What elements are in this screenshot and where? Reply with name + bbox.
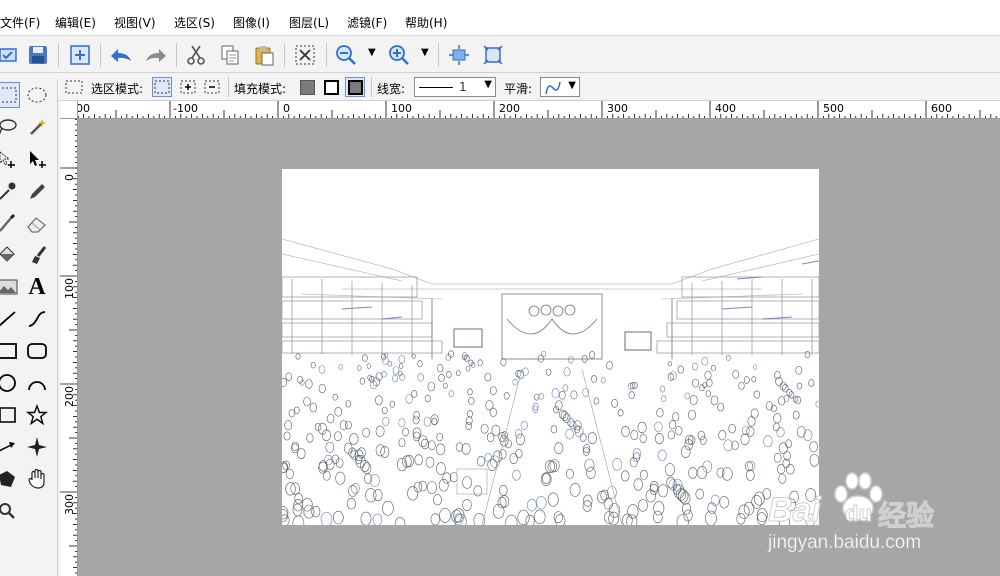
- zoom-in-icon[interactable]: [385, 41, 413, 69]
- hand-tool-icon[interactable]: [24, 466, 50, 492]
- selection-mode-new-button[interactable]: [152, 77, 172, 97]
- clone-stamp-tool-icon[interactable]: [24, 242, 50, 268]
- fill-mode-label: 填充模式:: [234, 82, 287, 96]
- canvas-image[interactable]: [282, 169, 819, 525]
- horizontal-ruler: -200 -100 0 100 200 300 400 500 600: [60, 101, 1000, 119]
- curve-tool-icon[interactable]: [24, 306, 50, 332]
- rounded-rectangle-tool-icon[interactable]: [24, 338, 50, 364]
- curve-icon: [545, 81, 561, 95]
- watermark-brand: Bai: [768, 491, 822, 530]
- zoom-in-dropdown-icon[interactable]: ▼: [421, 47, 429, 58]
- sparkle-tool-icon[interactable]: [24, 434, 50, 460]
- ruler-h-label: 500: [823, 102, 844, 115]
- move-tool-icon[interactable]: [24, 146, 50, 172]
- arrow-line-tool-icon[interactable]: [0, 434, 20, 460]
- deselect-icon[interactable]: [291, 41, 319, 69]
- vertical-ruler: 0 100 200 300: [60, 119, 78, 576]
- watermark-url: jingyan.baidu.com: [768, 532, 922, 554]
- rect-select-tool-icon[interactable]: [0, 82, 20, 108]
- save-icon[interactable]: [24, 41, 52, 69]
- selection-mode-subtract-button[interactable]: [202, 77, 222, 97]
- smooth-select[interactable]: ▼: [540, 77, 580, 97]
- ruler-corner: [60, 101, 78, 119]
- cut-icon[interactable]: [182, 41, 210, 69]
- menu-image[interactable]: 图像(I): [233, 14, 270, 31]
- options-bar: 选区模式: 填充模式: 线宽: 1 ▼ 平滑: ▼: [0, 73, 1000, 101]
- line-tool-icon[interactable]: [0, 306, 20, 332]
- selection-rect-icon: [64, 77, 84, 97]
- star-tool-icon[interactable]: [24, 402, 50, 428]
- selection-mode-add-button[interactable]: [178, 77, 198, 97]
- menu-select[interactable]: 选区(S): [174, 14, 215, 31]
- ruler-v-label: 0: [63, 174, 76, 181]
- fit-icon[interactable]: [445, 41, 473, 69]
- fill-mode-outline-button[interactable]: [321, 77, 341, 97]
- menu-help[interactable]: 帮助(H): [405, 14, 447, 31]
- sketch-image: [282, 169, 819, 525]
- menu-file[interactable]: 文件(F): [0, 14, 40, 31]
- fill-mode-fill-button[interactable]: [297, 77, 317, 97]
- menu-layer[interactable]: 图层(L): [289, 14, 329, 31]
- baidu-watermark: Bai du 经验 jingyan.baidu.com: [768, 472, 958, 560]
- shape-fill-tool-icon[interactable]: [0, 466, 20, 492]
- menu-view[interactable]: 视图(V): [114, 14, 156, 31]
- paste-icon[interactable]: [250, 41, 278, 69]
- fill-mode-both-button[interactable]: [345, 77, 365, 97]
- eraser-tool-icon[interactable]: [24, 210, 50, 236]
- ruler-h-label: 0: [283, 102, 290, 115]
- ruler-v-label: 300: [63, 494, 76, 515]
- ruler-h-label: 600: [931, 102, 952, 115]
- ruler-h-label: 300: [607, 102, 628, 115]
- rectangle-tool-icon[interactable]: [0, 338, 20, 364]
- ruler-v-label: 100: [63, 278, 76, 299]
- pencil-tool-icon[interactable]: [24, 178, 50, 204]
- line-width-select[interactable]: 1 ▼: [414, 77, 496, 97]
- chevron-down-icon: ▼: [568, 80, 576, 91]
- arc-tool-icon[interactable]: [24, 370, 50, 396]
- smooth-label: 平滑:: [504, 82, 533, 96]
- watermark-brand-suffix: du: [845, 501, 873, 527]
- selection-mode-label: 选区模式:: [91, 82, 144, 96]
- zoom-tool-icon[interactable]: [0, 498, 20, 524]
- move-selection-tool-icon[interactable]: [0, 146, 20, 172]
- menu-bar: 文件(F) 编辑(E) 视图(V) 选区(S) 图像(I) 图层(L) 滤镜(F…: [0, 0, 1000, 36]
- magic-wand-tool-icon[interactable]: [24, 114, 50, 140]
- text-tool-icon[interactable]: A: [24, 274, 50, 300]
- main-toolbar: ▼ ▼: [0, 37, 1000, 73]
- line-width-label: 线宽:: [377, 82, 406, 96]
- new-layer-icon[interactable]: [66, 41, 94, 69]
- redo-icon[interactable]: [142, 41, 170, 69]
- fullscreen-icon[interactable]: [479, 41, 507, 69]
- toolbox: A: [0, 79, 58, 576]
- select-icon[interactable]: [0, 41, 22, 69]
- undo-icon[interactable]: [107, 41, 135, 69]
- zoom-out-dropdown-icon[interactable]: ▼: [368, 47, 376, 58]
- menu-filter[interactable]: 滤镜(F): [347, 14, 387, 31]
- menu-edit[interactable]: 编辑(E): [55, 14, 96, 31]
- fill-bucket-tool-icon[interactable]: [0, 242, 20, 268]
- polygon-tool-icon[interactable]: [0, 402, 20, 428]
- ruler-h-label: 400: [715, 102, 736, 115]
- chevron-down-icon: ▼: [484, 79, 492, 90]
- ruler-v-label: 200: [63, 386, 76, 407]
- zoom-out-icon[interactable]: [332, 41, 360, 69]
- ruler-h-label: 100: [391, 102, 412, 115]
- copy-icon[interactable]: [216, 41, 244, 69]
- eyedropper-tool-icon[interactable]: [0, 178, 20, 204]
- line-width-value: 1: [459, 80, 467, 94]
- ellipse-tool-icon[interactable]: [0, 370, 20, 396]
- ellipse-select-tool-icon[interactable]: [24, 82, 50, 108]
- ruler-h-label: -100: [173, 102, 198, 115]
- lasso-tool-icon[interactable]: [0, 114, 20, 140]
- brush-tool-icon[interactable]: [0, 210, 20, 236]
- ruler-h-label: 200: [499, 102, 520, 115]
- image-tool-icon[interactable]: [0, 274, 20, 300]
- watermark-brand-cn: 经验: [877, 500, 935, 532]
